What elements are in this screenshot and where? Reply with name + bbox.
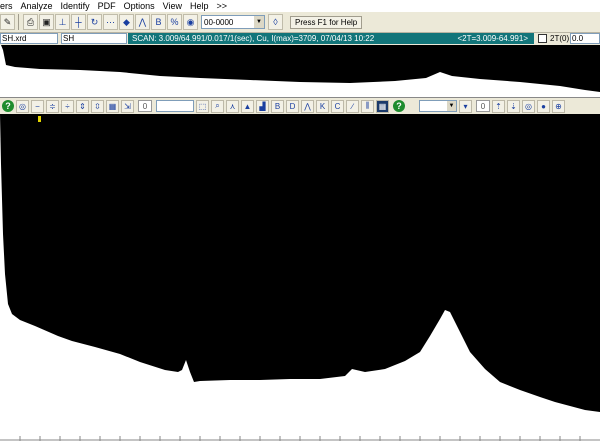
stick-pattern-icon[interactable]: ⫼ — [361, 99, 374, 113]
record-icon[interactable]: ● — [537, 99, 550, 113]
diffraction-pattern-fill — [0, 114, 600, 412]
refresh-icon[interactable]: ↻ — [87, 14, 102, 30]
scale-up-icon[interactable]: ⇕ — [76, 99, 89, 113]
restore-icon[interactable]: ⇲ — [121, 99, 134, 113]
step-up-icon[interactable]: ⇡ — [492, 99, 505, 113]
chevron-down-icon[interactable]: ▼ — [254, 16, 264, 28]
profile-icon[interactable]: ⋀ — [135, 14, 150, 30]
cursor-marker[interactable] — [38, 116, 41, 122]
range-info-text: <2T=3.009-64.991> — [457, 34, 528, 43]
plot-toolbar: ? ◎ − ≑ ÷ ⇕ ⇳ ▦ ⇲ 0 ⬚ ⌕ ⋏ ▲ ▟ B D ⋀ K C … — [0, 98, 600, 114]
layout-icon[interactable]: ▦ — [376, 99, 389, 113]
zoom-box-icon[interactable]: ⬚ — [196, 99, 209, 113]
two-theta-value-field[interactable]: 0.0 — [570, 33, 600, 44]
scan-info-text: SCAN: 3.009/64.991/0.017/1(sec), Cu, I(m… — [132, 34, 375, 43]
menu-view[interactable]: View — [160, 0, 187, 12]
line-icon[interactable]: ⋯ — [103, 14, 118, 30]
help-left-icon[interactable]: ? — [2, 100, 14, 112]
axis-icon[interactable]: ∕ — [346, 99, 359, 113]
main-toolbar: ✎ ⎙ ▣ ⊥ ┼ ↻ ⋯ ◆ ⋀ B % ◉ 00-0000 ▼ ◊ Pres… — [0, 12, 600, 33]
step-down-icon[interactable]: ⇣ — [507, 99, 520, 113]
profile-fit-icon[interactable]: ⋀ — [301, 99, 314, 113]
help-hint: Press F1 for Help — [290, 15, 363, 29]
help-right-icon[interactable]: ? — [393, 100, 405, 112]
overview-pattern[interactable] — [0, 45, 600, 98]
scan-info-bar: SCAN: 3.009/64.991/0.017/1(sec), Cu, I(m… — [128, 33, 534, 44]
minus-icon[interactable]: − — [31, 99, 44, 113]
counter-left[interactable]: 0 — [138, 100, 152, 112]
magnifier-icon[interactable]: ⌕ — [211, 99, 224, 113]
expand-icon[interactable]: ≑ — [46, 99, 59, 113]
counter-right[interactable]: 0 — [476, 100, 490, 112]
pdf-number-combo[interactable]: 00-0000 ▼ — [201, 15, 265, 29]
calculate-icon[interactable]: C — [331, 99, 344, 113]
two-theta-checkbox[interactable] — [538, 34, 547, 43]
menu-bar: ers Analyze Identify PDF Options View He… — [0, 0, 600, 12]
globe-icon[interactable]: ◉ — [183, 14, 198, 30]
menu-analyze[interactable]: Analyze — [18, 0, 58, 12]
arrow-down-icon[interactable]: ▾ — [459, 99, 472, 113]
menu-more[interactable]: >> — [213, 0, 232, 12]
menu-help[interactable]: Help — [187, 0, 214, 12]
toolbar-separator — [18, 14, 21, 30]
overlay-dropdown[interactable]: ▼ — [419, 100, 457, 112]
percent-icon[interactable]: % — [167, 14, 182, 30]
file-name-field[interactable]: SH.xrd — [0, 33, 58, 44]
print-icon[interactable]: ⎙ — [23, 14, 38, 30]
x-axis-ticks — [0, 436, 600, 441]
menu-options[interactable]: Options — [121, 0, 160, 12]
droplet-icon[interactable]: ◊ — [268, 14, 283, 30]
two-theta-label: 2T(0) — [550, 34, 570, 43]
menu-pdf[interactable]: PDF — [95, 0, 121, 12]
split-icon[interactable]: ◆ — [119, 14, 134, 30]
save-icon[interactable]: ▣ — [39, 14, 54, 30]
status-bar: SH.xrd SH SCAN: 3.009/64.991/0.017/1(sec… — [0, 33, 600, 45]
bar-chart-icon[interactable]: ▟ — [256, 99, 269, 113]
diffraction-plot[interactable] — [0, 114, 600, 442]
sample-name-field[interactable]: SH — [61, 33, 127, 44]
zoom-out-icon[interactable]: ◎ — [16, 99, 29, 113]
data-edit-icon[interactable]: D — [286, 99, 299, 113]
crosshair-icon[interactable]: ⊕ — [552, 99, 565, 113]
histogram-icon[interactable]: ▲ — [241, 99, 254, 113]
shrink-icon[interactable]: ÷ — [61, 99, 74, 113]
k-alpha-icon[interactable]: K — [316, 99, 329, 113]
pdf-number-value: 00-0000 — [204, 18, 234, 27]
scale-down-icon[interactable]: ⇳ — [91, 99, 104, 113]
edit-icon[interactable]: ✎ — [0, 14, 15, 30]
chevron-down-icon[interactable]: ▼ — [447, 101, 456, 111]
menu-identify[interactable]: Identify — [58, 0, 95, 12]
background-edit-icon[interactable]: B — [271, 99, 284, 113]
background-icon[interactable]: B — [151, 14, 166, 30]
overview-pattern-fill — [0, 45, 600, 92]
peak-marker-icon[interactable]: ⊥ — [55, 14, 70, 30]
menu-ers[interactable]: ers — [0, 0, 18, 12]
peak-label-icon[interactable]: ⋏ — [226, 99, 239, 113]
grid-icon[interactable]: ▦ — [106, 99, 119, 113]
peak-search-icon[interactable]: ┼ — [71, 14, 86, 30]
range-input[interactable] — [156, 100, 194, 112]
target-icon[interactable]: ◎ — [522, 99, 535, 113]
